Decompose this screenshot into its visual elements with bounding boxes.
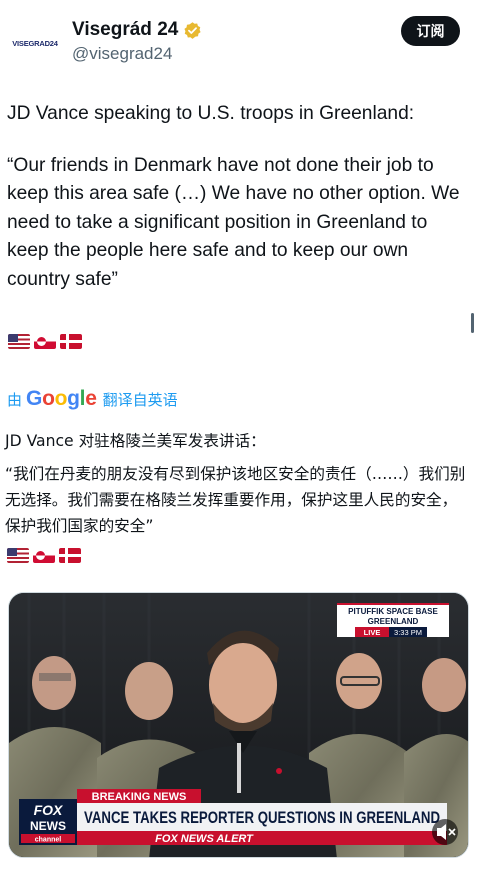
fox-logo-line1: FOX [34, 802, 64, 818]
author-handle[interactable]: @visegrad24 [72, 44, 172, 64]
us-flag-icon [8, 334, 30, 349]
us-flag-icon [7, 548, 29, 563]
translation-attribution[interactable]: 由 Google 翻译自英语 [7, 387, 178, 411]
video-frame: PITUFFIK SPACE BASE GREENLAND LIVE 3:33 … [9, 593, 468, 857]
translated-paragraph-quote: “我们在丹麦的朋友没有尽到保护该地区安全的责任（……）我们别无选择。我们需要在格… [5, 465, 466, 535]
tweet-header: VISEGRAD24 Visegrád 24 @visegrad24 订阅 [0, 0, 477, 80]
video-player[interactable]: PITUFFIK SPACE BASE GREENLAND LIVE 3:33 … [8, 592, 469, 858]
tweet-flags [8, 334, 82, 349]
breaking-news-label: BREAKING NEWS [92, 791, 187, 803]
verified-badge-icon [184, 21, 201, 39]
avatar-logo-text: VISEGRAD24 [12, 38, 58, 48]
tweet-paragraph-quote: “Our friends in Denmark have not done th… [7, 154, 460, 290]
broadcast-time: 3:33 PM [394, 628, 422, 637]
translated-paragraph-intro: JD Vance 对驻格陵兰美军发表讲话： [5, 432, 266, 450]
tweet-body: JD Vance speaking to U.S. troops in Gree… [7, 100, 467, 294]
location-line2: GREENLAND [368, 617, 419, 626]
translated-text: JD Vance 对驻格陵兰美军发表讲话： “我们在丹麦的朋友没有尽到保护该地区… [5, 428, 467, 539]
denmark-flag-icon [59, 548, 81, 563]
scrollbar-thumb[interactable] [471, 313, 474, 333]
translated-flags [7, 548, 81, 563]
denmark-flag-icon [60, 334, 82, 349]
greenland-flag-icon [34, 334, 56, 349]
author-display-name[interactable]: Visegrád 24 [72, 19, 178, 41]
subscribe-button[interactable]: 订阅 [401, 16, 460, 46]
author-name-row: Visegrád 24 [72, 19, 202, 41]
location-banner: PITUFFIK SPACE BASE GREENLAND LIVE 3:33 … [337, 603, 449, 637]
tweet-paragraph-intro: JD Vance speaking to U.S. troops in Gree… [7, 103, 415, 124]
mute-button[interactable] [432, 819, 458, 845]
avatar[interactable]: VISEGRAD24 [6, 14, 64, 72]
fox-logo-line2: NEWS [30, 819, 66, 833]
translated-by-label: 由 [7, 390, 23, 409]
translation-action-label[interactable]: 翻译自英语 [103, 389, 178, 410]
fox-logo-line3: channel [35, 837, 62, 844]
google-logo: Google [26, 387, 97, 410]
greenland-flag-icon [33, 548, 55, 563]
fox-news-alert-label: FOX NEWS ALERT [155, 833, 254, 845]
headline-text: VANCE TAKES REPORTER QUESTIONS IN GREENL… [84, 809, 440, 827]
live-badge: LIVE [364, 628, 381, 637]
location-line1: PITUFFIK SPACE BASE [348, 607, 438, 616]
